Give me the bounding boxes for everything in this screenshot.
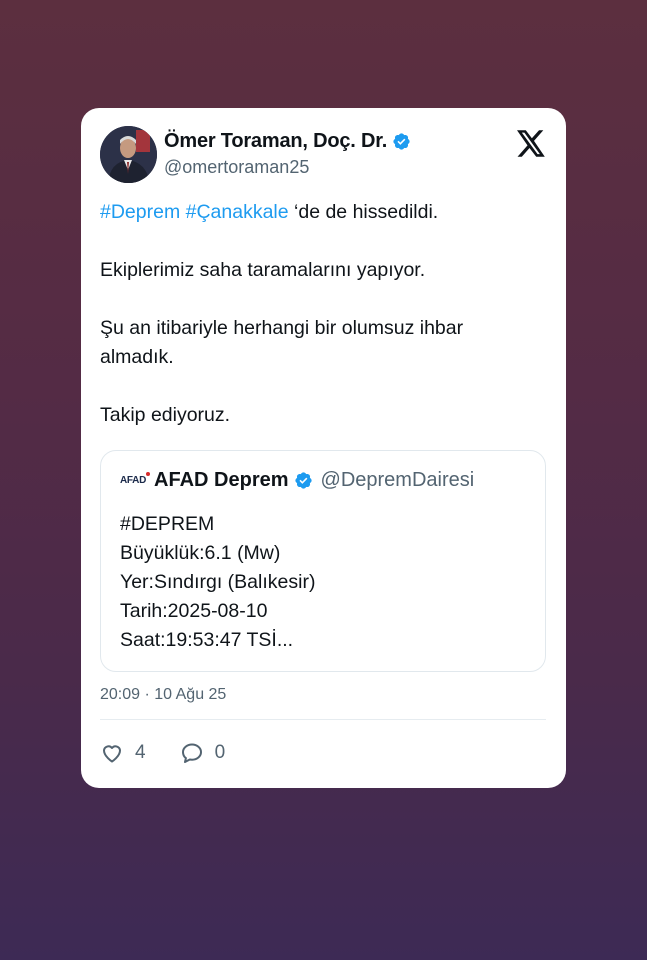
- quoted-author-handle[interactable]: @DepremDairesi: [321, 469, 475, 492]
- tweet-text: #Deprem #Çanakkale ‘de de hissedildi. Ek…: [100, 198, 540, 430]
- quoted-line: Büyüklük:6.1 (Mw): [120, 542, 281, 564]
- x-logo-icon[interactable]: [517, 130, 546, 157]
- quoted-line: Yer:Sındırgı (Balıkesir): [120, 571, 316, 593]
- afad-logo-dot: [146, 472, 151, 476]
- reply-count: 0: [214, 742, 226, 763]
- tweet-timestamp[interactable]: 20:09 · 10 Ağu 25: [100, 686, 226, 704]
- tweet-paragraph-1: #Deprem #Çanakkale ‘de de hissedildi.: [100, 198, 540, 227]
- author-name[interactable]: Ömer Toraman, Doç. Dr.: [164, 130, 387, 153]
- tweet-paragraph-3: Şu an itibariyle herhangi bir olumsuz ih…: [100, 314, 540, 372]
- hashtag-deprem-link[interactable]: #Deprem: [100, 201, 180, 223]
- verified-badge-icon: [294, 472, 312, 489]
- quoted-line: #DEPREM: [120, 513, 215, 535]
- heart-icon: [103, 745, 121, 763]
- reply-button[interactable]: 0: [180, 741, 226, 765]
- quoted-line: Tarih:2025-08-10: [120, 600, 268, 622]
- quoted-tweet[interactable]: AFAD AFAD Deprem @DepremDairesi #DEPREM …: [100, 450, 546, 672]
- divider: [100, 719, 546, 720]
- verified-badge-icon: [393, 133, 410, 150]
- afad-logo: AFAD: [120, 472, 151, 486]
- tweet-paragraph-4: Takip ediyoruz.: [100, 404, 231, 426]
- quoted-tweet-body: #DEPREM Büyüklük:6.1 (Mw) Yer:Sındırgı (…: [120, 510, 315, 655]
- author-avatar[interactable]: [100, 126, 157, 183]
- quoted-line: Saat:19:53:47 TSİ...: [120, 629, 294, 651]
- author-handle[interactable]: @omertoraman25: [164, 157, 309, 178]
- afad-logo-text: AFAD: [120, 475, 147, 486]
- like-count: 4: [135, 742, 146, 763]
- tweet-actions: 4 0: [100, 741, 259, 765]
- tweet-paragraph-3-line-1: Şu an itibariyle herhangi bir olumsuz ih…: [100, 317, 464, 339]
- like-button[interactable]: 4: [100, 741, 146, 765]
- reply-bubble-icon: [181, 743, 202, 763]
- tweet-card[interactable]: Ömer Toraman, Doç. Dr. @omertoraman25 #D…: [81, 108, 566, 788]
- tweet-line-1-rest: ‘de de hissedildi.: [288, 201, 439, 223]
- author-name-row: Ömer Toraman, Doç. Dr.: [164, 130, 411, 153]
- tweet-paragraph-2: Ekiplerimiz saha taramalarını yapıyor.: [100, 259, 426, 281]
- hashtag-canakkale-link[interactable]: #Çanakkale: [186, 201, 289, 223]
- quoted-tweet-header: AFAD AFAD Deprem @DepremDairesi: [120, 469, 474, 492]
- tweet-paragraph-3-line-2: almadık.: [100, 346, 174, 368]
- quoted-author-name[interactable]: AFAD Deprem: [154, 469, 288, 492]
